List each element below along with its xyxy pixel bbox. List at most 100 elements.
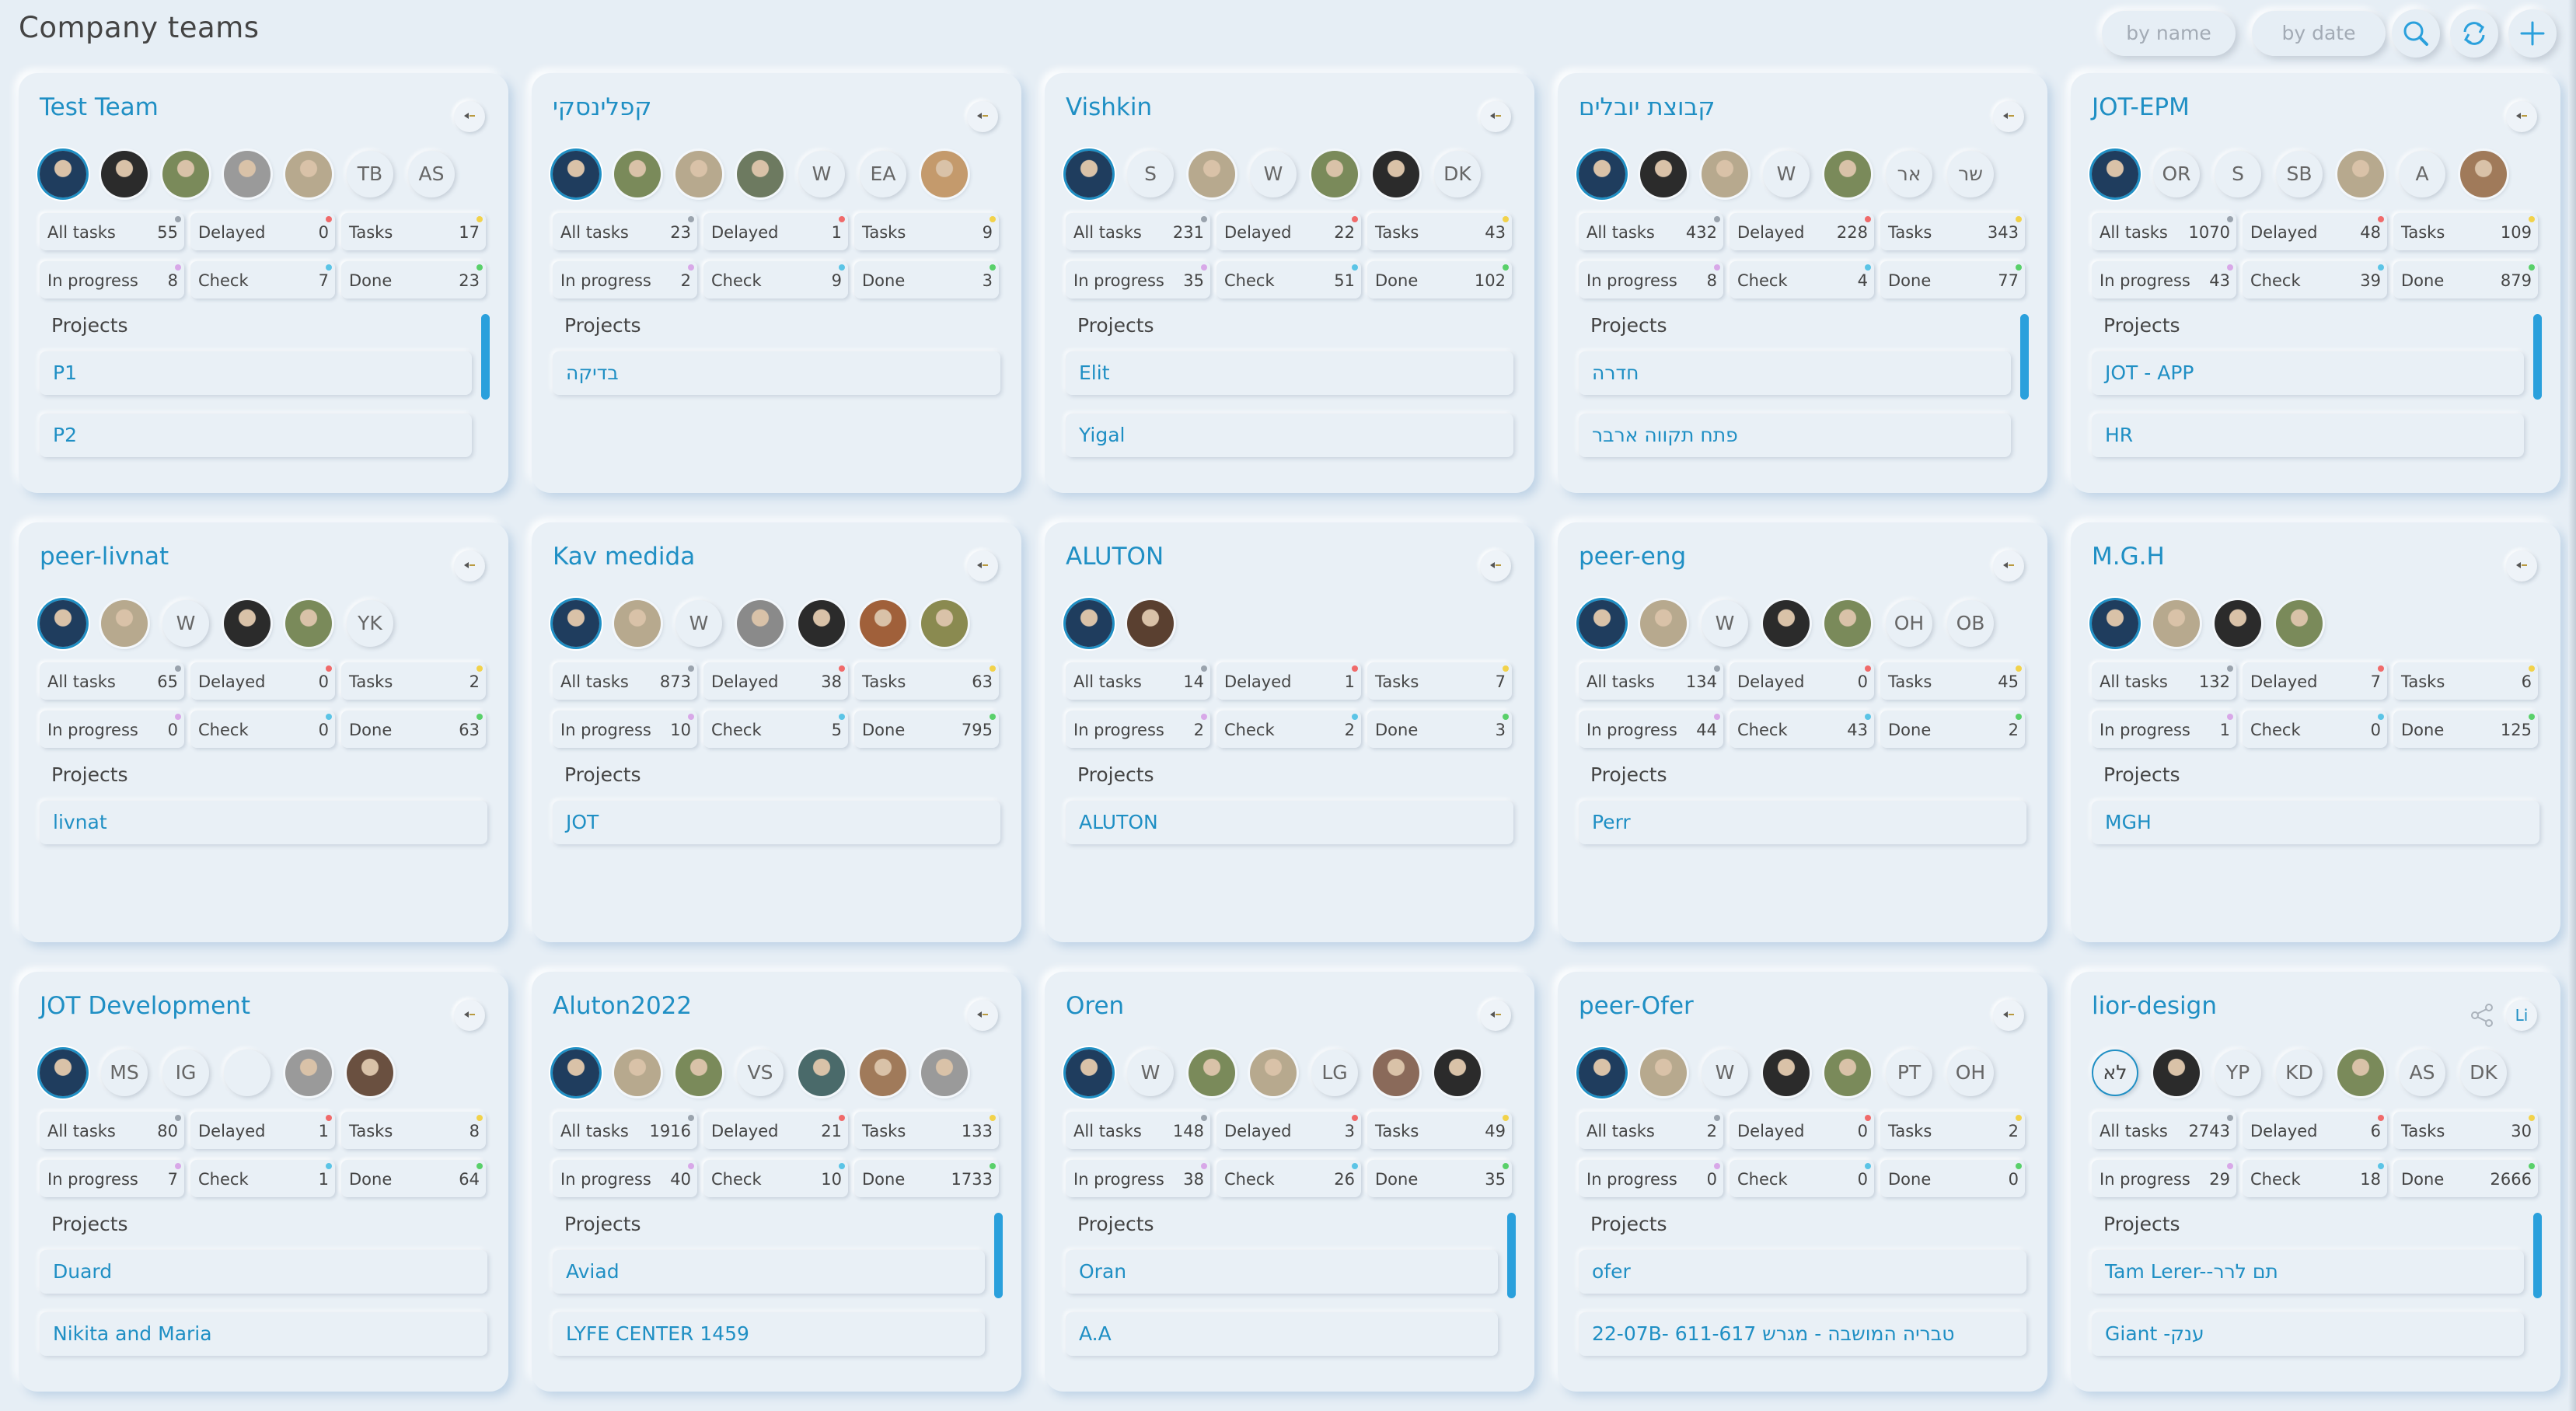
avatar[interactable]: VS [737,1050,784,1096]
avatar[interactable]: W [1702,600,1748,647]
avatar[interactable]: שר [1947,151,1994,197]
team-card[interactable]: peer-Ofer W PT OH All tasks 2 Delayed 0 Tasks 2 In… [1558,972,2047,1392]
stat-all[interactable]: All tasks 14 [1066,662,1210,700]
stat-tasks[interactable]: Tasks 343 [1880,213,2025,250]
team-name[interactable]: JOT-EPM [2092,93,2190,121]
scrollbar-thumb[interactable] [2533,314,2542,400]
avatar[interactable] [921,600,968,647]
stat-tasks[interactable]: Tasks 17 [341,213,486,250]
avatar[interactable]: W [1127,1050,1174,1096]
project-item[interactable]: P2 [40,414,472,457]
project-item[interactable]: Perr [1579,801,2026,844]
project-item[interactable]: Yigal [1066,414,1513,457]
team-name[interactable]: peer-eng [1579,543,1686,571]
team-name[interactable]: peer-livnat [40,543,169,571]
stat-delayed[interactable]: Delayed 7 [2243,662,2387,700]
avatar[interactable]: S [2215,151,2261,197]
avatar[interactable] [40,151,86,197]
stat-delayed[interactable]: Delayed 0 [190,662,335,700]
project-item[interactable]: P1 [40,351,472,395]
project-item[interactable]: Oran [1066,1250,1498,1294]
avatar[interactable] [2460,151,2507,197]
stat-delayed[interactable]: Delayed 1 [1216,662,1361,700]
projects-scrollbar[interactable] [993,1213,1004,1376]
stat-progress[interactable]: In progress 2 [1066,711,1210,748]
stat-check[interactable]: Check 43 [1730,711,1874,748]
avatar[interactable] [1640,600,1687,647]
team-card[interactable]: M.G.H All tasks 132 Delayed 7 Tasks 6 In progre… [2071,522,2560,942]
team-name[interactable]: M.G.H [2092,543,2165,571]
avatar[interactable]: OH [1947,1050,1994,1096]
stat-check[interactable]: Check 18 [2243,1160,2387,1197]
projects-scrollbar[interactable] [1506,1213,1517,1376]
team-menu-button[interactable] [454,101,485,132]
team-name[interactable]: קפלינסקי [553,93,651,121]
avatar[interactable] [2153,600,2200,647]
stat-delayed[interactable]: Delayed 21 [703,1112,848,1149]
team-menu-button[interactable] [2506,550,2537,582]
avatar[interactable] [1066,1050,1112,1096]
stat-all[interactable]: All tasks 231 [1066,213,1210,250]
scrollbar-thumb[interactable] [994,1213,1003,1298]
avatar[interactable]: IG [162,1050,209,1096]
stat-done[interactable]: Done 1733 [854,1160,999,1197]
team-card[interactable]: peer-livnat W YK All tasks 65 Delayed 0 Tasks 2 I… [19,522,508,942]
project-item[interactable]: Aviad [553,1250,985,1294]
stat-progress[interactable]: In progress 2 [553,261,697,299]
team-card[interactable]: Kav medida W All tasks 873 Delayed 38 Tasks 63 I… [532,522,1021,942]
avatar[interactable] [224,600,271,647]
avatar[interactable]: AS [408,151,455,197]
avatar[interactable] [101,600,148,647]
avatar[interactable]: S [1127,151,1174,197]
stat-check[interactable]: Check 4 [1730,261,1874,299]
avatar[interactable] [2276,600,2323,647]
avatar[interactable] [1579,1050,1625,1096]
stat-tasks[interactable]: Tasks 49 [1367,1112,1512,1149]
avatar[interactable] [553,600,599,647]
avatar[interactable]: W [1702,1050,1748,1096]
stat-done[interactable]: Done 77 [1880,261,2025,299]
stat-progress[interactable]: In progress 43 [2092,261,2236,299]
avatar[interactable] [40,600,86,647]
team-name[interactable]: JOT Development [40,992,250,1020]
project-item[interactable]: LYFE CENTER 1459 [553,1312,985,1356]
avatar[interactable] [614,151,661,197]
stat-all[interactable]: All tasks 148 [1066,1112,1210,1149]
avatar[interactable] [1763,600,1810,647]
avatar[interactable] [285,600,332,647]
project-item[interactable]: MGH [2092,801,2539,844]
avatar[interactable] [921,1050,968,1096]
stat-tasks[interactable]: Tasks 45 [1880,662,2025,700]
avatar[interactable]: OR [2153,151,2200,197]
stat-check[interactable]: Check 5 [703,711,848,748]
team-card[interactable]: Vishkin S W DK All tasks 231 Delayed 22 Tasks 43 I… [1045,73,1534,493]
stat-all[interactable]: All tasks 1070 [2092,213,2236,250]
project-item[interactable]: Nikita and Maria [40,1312,487,1356]
stat-check[interactable]: Check 0 [2243,711,2387,748]
avatar[interactable] [2153,1050,2200,1096]
stat-done[interactable]: Done 102 [1367,261,1512,299]
stat-all[interactable]: All tasks 80 [40,1112,184,1149]
avatar[interactable]: KD [2276,1050,2323,1096]
stat-check[interactable]: Check 1 [190,1160,335,1197]
stat-check[interactable]: Check 51 [1216,261,1361,299]
stat-delayed[interactable]: Delayed 6 [2243,1112,2387,1149]
avatar[interactable]: DK [2460,1050,2507,1096]
avatar[interactable] [675,1050,722,1096]
team-card[interactable]: peer-eng W OH OB All tasks 134 Delayed 0 Tasks 45… [1558,522,2047,942]
team-card[interactable]: lior-design Li לא YP KD AS DK All tasks 2743 Dela… [2071,972,2560,1392]
stat-delayed[interactable]: Delayed 48 [2243,213,2387,250]
stat-progress[interactable]: In progress 1 [2092,711,2236,748]
team-name[interactable]: Oren [1066,992,1124,1020]
avatar[interactable]: EA [860,151,906,197]
avatar[interactable] [614,600,661,647]
stat-progress[interactable]: In progress 44 [1579,711,1723,748]
avatar[interactable] [553,151,599,197]
stat-delayed[interactable]: Delayed 0 [190,213,335,250]
avatar[interactable]: W [1250,151,1297,197]
stat-progress[interactable]: In progress 8 [1579,261,1723,299]
avatar[interactable] [1189,151,1235,197]
stat-done[interactable]: Done 795 [854,711,999,748]
team-card[interactable]: Oren W LG All tasks 148 Delayed 3 Tasks 49 In pro… [1045,972,1534,1392]
stat-check[interactable]: Check 26 [1216,1160,1361,1197]
